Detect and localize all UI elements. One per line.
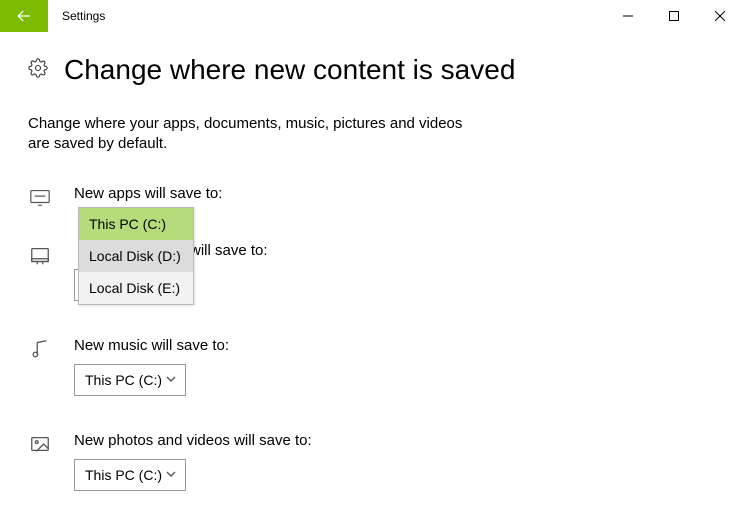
dropdown-option[interactable]: This PC (C:) [79,208,193,240]
chevron-down-icon [165,467,177,483]
music-dropdown-value: This PC (C:) [85,372,162,388]
setting-row-music: New music will save to: This PC (C:) [28,337,715,396]
titlebar: Settings [0,0,743,32]
heading-row: Change where new content is saved [28,54,715,86]
dropdown-option[interactable]: Local Disk (E:) [79,272,193,304]
setting-row-photos: New photos and videos will save to: This… [28,432,715,491]
minimize-button[interactable] [605,0,651,32]
page-title: Change where new content is saved [64,54,515,86]
maximize-icon [669,11,679,21]
titlebar-spacer [105,0,605,32]
photos-label: New photos and videos will save to: [74,432,715,449]
gear-icon [28,58,48,83]
window-title: Settings [48,0,105,32]
minimize-icon [623,11,633,21]
documents-icon [28,244,52,268]
apps-label: New apps will save to: [74,185,715,202]
music-dropdown[interactable]: This PC (C:) [74,364,186,396]
close-icon [715,11,725,21]
arrow-left-icon [14,6,34,26]
photos-dropdown-value: This PC (C:) [85,467,162,483]
back-button[interactable] [0,0,48,32]
photos-icon [28,432,52,456]
setting-body-photos: New photos and videos will save to: This… [74,432,715,491]
music-label: New music will save to: [74,337,715,354]
chevron-down-icon [165,372,177,388]
music-icon [28,337,52,361]
photos-dropdown[interactable]: This PC (C:) [74,459,186,491]
apps-dropdown-open[interactable]: This PC (C:) Local Disk (D:) Local Disk … [78,207,194,305]
dropdown-option[interactable]: Local Disk (D:) [79,240,193,272]
window-controls [605,0,743,32]
setting-body-music: New music will save to: This PC (C:) [74,337,715,396]
maximize-button[interactable] [651,0,697,32]
close-button[interactable] [697,0,743,32]
apps-icon [28,185,52,209]
page-description: Change where your apps, documents, music… [28,114,488,155]
